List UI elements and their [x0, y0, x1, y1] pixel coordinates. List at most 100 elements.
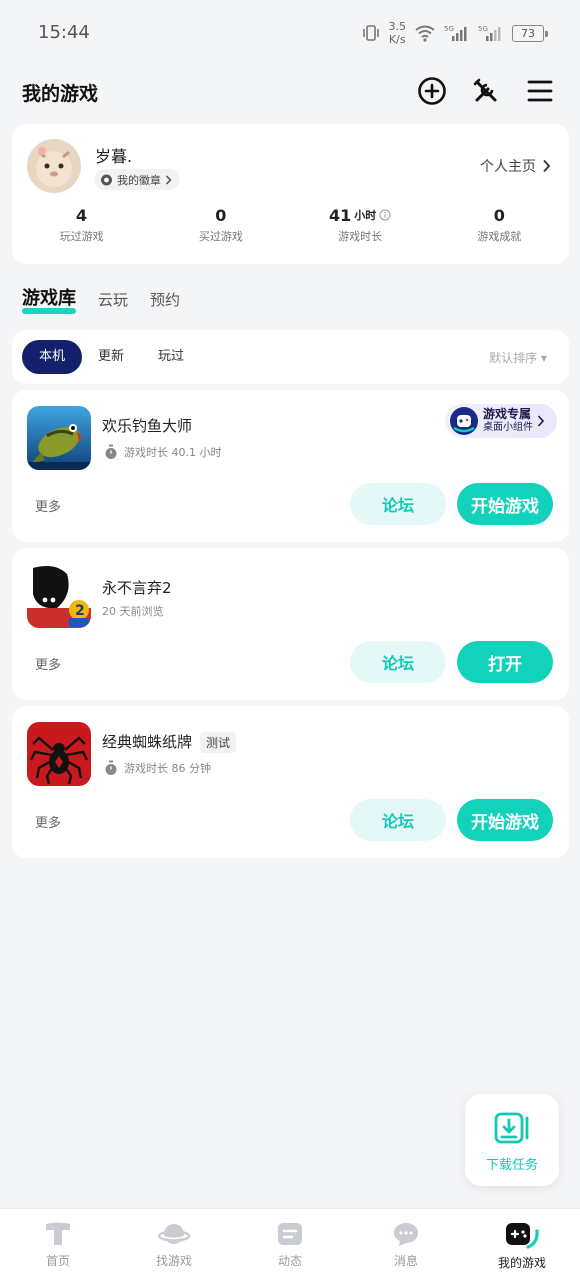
stat-played-games[interactable]: 4 玩过游戏: [12, 204, 151, 244]
stat-bought-games[interactable]: 0 买过游戏: [151, 204, 290, 244]
more-button[interactable]: 更多: [35, 496, 61, 515]
more-button[interactable]: 更多: [35, 812, 61, 831]
nav-label: 消息: [393, 1254, 418, 1268]
chevron-right-icon: [543, 159, 551, 173]
widget-promo-subtitle: 桌面小组件: [483, 422, 533, 433]
filter-local[interactable]: 本机: [22, 340, 82, 374]
start-game-button[interactable]: 开始游戏: [457, 799, 553, 841]
game-playtime-text: 游戏时长 86 分钟: [124, 762, 211, 775]
network-speed: 3.5 K/s: [389, 20, 407, 46]
game-title-row: 经典蜘蛛纸牌 测试: [102, 731, 237, 753]
widget-promo-title: 游戏专属: [483, 407, 532, 421]
network-speed-value: 3.5: [388, 20, 407, 33]
stat-label: 游戏成就: [477, 230, 522, 243]
svg-text:5G: 5G: [478, 25, 488, 33]
nav-label: 找游戏: [155, 1254, 192, 1268]
network-speed-unit: K/s: [388, 33, 406, 46]
filter-played[interactable]: 玩过: [156, 340, 186, 374]
game-last-viewed-text: 20 天前浏览: [102, 605, 164, 618]
tools-button[interactable]: [470, 75, 502, 107]
message-icon: [394, 1223, 418, 1246]
stopwatch-icon: [105, 760, 117, 775]
info-icon[interactable]: [379, 209, 391, 221]
profile-stats: 4 玩过游戏 0 买过游戏 41 小时 游戏时长 0 游戏成就: [12, 204, 569, 244]
tab-cloud-play[interactable]: 云玩: [98, 289, 128, 310]
stat-label: 玩过游戏: [59, 230, 104, 243]
stat-value: 0: [215, 205, 227, 225]
tab-game-library[interactable]: 游戏库: [22, 284, 76, 314]
test-tag: 测试: [200, 732, 237, 753]
download-tasks-button[interactable]: 下载任务: [465, 1094, 559, 1186]
game-card: 2 永不言弃2 20 天前浏览 更多 论坛 打开: [12, 548, 569, 700]
nav-label: 首页: [45, 1254, 70, 1268]
start-game-button[interactable]: 开始游戏: [457, 483, 553, 525]
stat-unit: 小时: [354, 209, 377, 222]
gamepad-icon: [506, 1223, 539, 1249]
avatar-image: [27, 139, 81, 193]
chevron-right-icon: [537, 415, 545, 427]
nav-label: 我的游戏: [497, 1256, 546, 1270]
nav-messages[interactable]: 消息: [348, 1209, 464, 1280]
game-title[interactable]: 永不言弃2: [102, 577, 172, 598]
my-badges-label: 我的徽章: [117, 173, 161, 187]
stat-achievements[interactable]: 0 游戏成就: [430, 204, 569, 244]
filter-updates[interactable]: 更新: [96, 340, 126, 374]
download-icon: [494, 1112, 529, 1144]
stat-value: 0: [493, 205, 505, 225]
status-time: 15:44: [38, 22, 90, 43]
stat-label: 买过游戏: [198, 230, 243, 243]
spider-solitaire-game-art: [27, 722, 91, 786]
wifi-icon: [415, 25, 435, 42]
sort-dropdown[interactable]: 默认排序 ▾: [489, 349, 547, 366]
medal-icon: [101, 174, 112, 186]
svg-text:5G: 5G: [444, 25, 454, 33]
game-icon-fishing[interactable]: [27, 406, 91, 470]
game-icon-spider-solitaire[interactable]: [27, 722, 91, 786]
page-title: 我的游戏: [22, 83, 99, 105]
status-icons: 3.5 K/s 5G 5G 73: [361, 20, 548, 46]
game-playtime: 游戏时长 40.1 小时: [104, 444, 222, 460]
bottom-navigation: 首页 找游戏 动态 消息 我的游戏: [0, 1208, 580, 1280]
fishing-game-art: [27, 406, 91, 470]
tab-reservations[interactable]: 预约: [150, 289, 180, 310]
add-game-button[interactable]: [416, 75, 448, 107]
plus-circle-icon: [418, 77, 446, 105]
avatar[interactable]: [27, 139, 81, 193]
game-card: 欢乐钓鱼大师 游戏时长 40.1 小时 游戏专属 桌面小组件 更多 论坛 开始游…: [12, 390, 569, 542]
stat-value: 41: [328, 205, 352, 225]
nav-label: 动态: [277, 1254, 302, 1268]
stat-label: 游戏时长: [338, 230, 383, 243]
my-badges-button[interactable]: 我的徽章: [94, 169, 180, 190]
menu-button[interactable]: [524, 75, 556, 107]
open-game-button[interactable]: 打开: [457, 641, 553, 683]
game-title[interactable]: 欢乐钓鱼大师: [102, 415, 192, 436]
nav-feed[interactable]: 动态: [232, 1209, 348, 1280]
stat-play-time[interactable]: 41 小时 游戏时长: [291, 204, 430, 244]
feed-icon: [278, 1223, 302, 1245]
home-icon: [46, 1222, 70, 1245]
game-title[interactable]: 经典蜘蛛纸牌: [102, 733, 192, 751]
tools-icon: [473, 78, 497, 102]
forum-button[interactable]: 论坛: [350, 641, 446, 683]
nav-home[interactable]: 首页: [0, 1209, 116, 1280]
game-playtime: 游戏时长 86 分钟: [104, 760, 211, 776]
battery-icon: 73: [512, 24, 548, 42]
game-last-viewed: 20 天前浏览: [102, 603, 164, 619]
personal-homepage-link[interactable]: 个人主页: [480, 156, 551, 176]
nav-find-games[interactable]: 找游戏: [116, 1209, 232, 1280]
hamburger-icon: [527, 80, 553, 102]
svg-text:2: 2: [75, 603, 85, 619]
more-button[interactable]: 更多: [35, 654, 61, 673]
desktop-widget-promo[interactable]: 游戏专属 桌面小组件: [445, 404, 557, 438]
vibrate-icon: [362, 25, 379, 41]
forum-button[interactable]: 论坛: [350, 483, 446, 525]
stat-value: 4: [76, 205, 88, 225]
download-tasks-label: 下载任务: [485, 1158, 538, 1173]
game-icon-never-give-up[interactable]: 2: [27, 564, 91, 628]
forum-button[interactable]: 论坛: [350, 799, 446, 841]
library-tabs: 游戏库 云玩 预约: [22, 284, 180, 314]
profile-card: 岁暮. 我的徽章 个人主页 4 玩过游戏 0 买过游戏 41 小时 游戏时长 0…: [12, 124, 569, 264]
signal-5g-icon-2: 5G: [478, 25, 501, 41]
nav-my-games[interactable]: 我的游戏: [464, 1209, 580, 1280]
username: 岁暮.: [95, 147, 133, 166]
